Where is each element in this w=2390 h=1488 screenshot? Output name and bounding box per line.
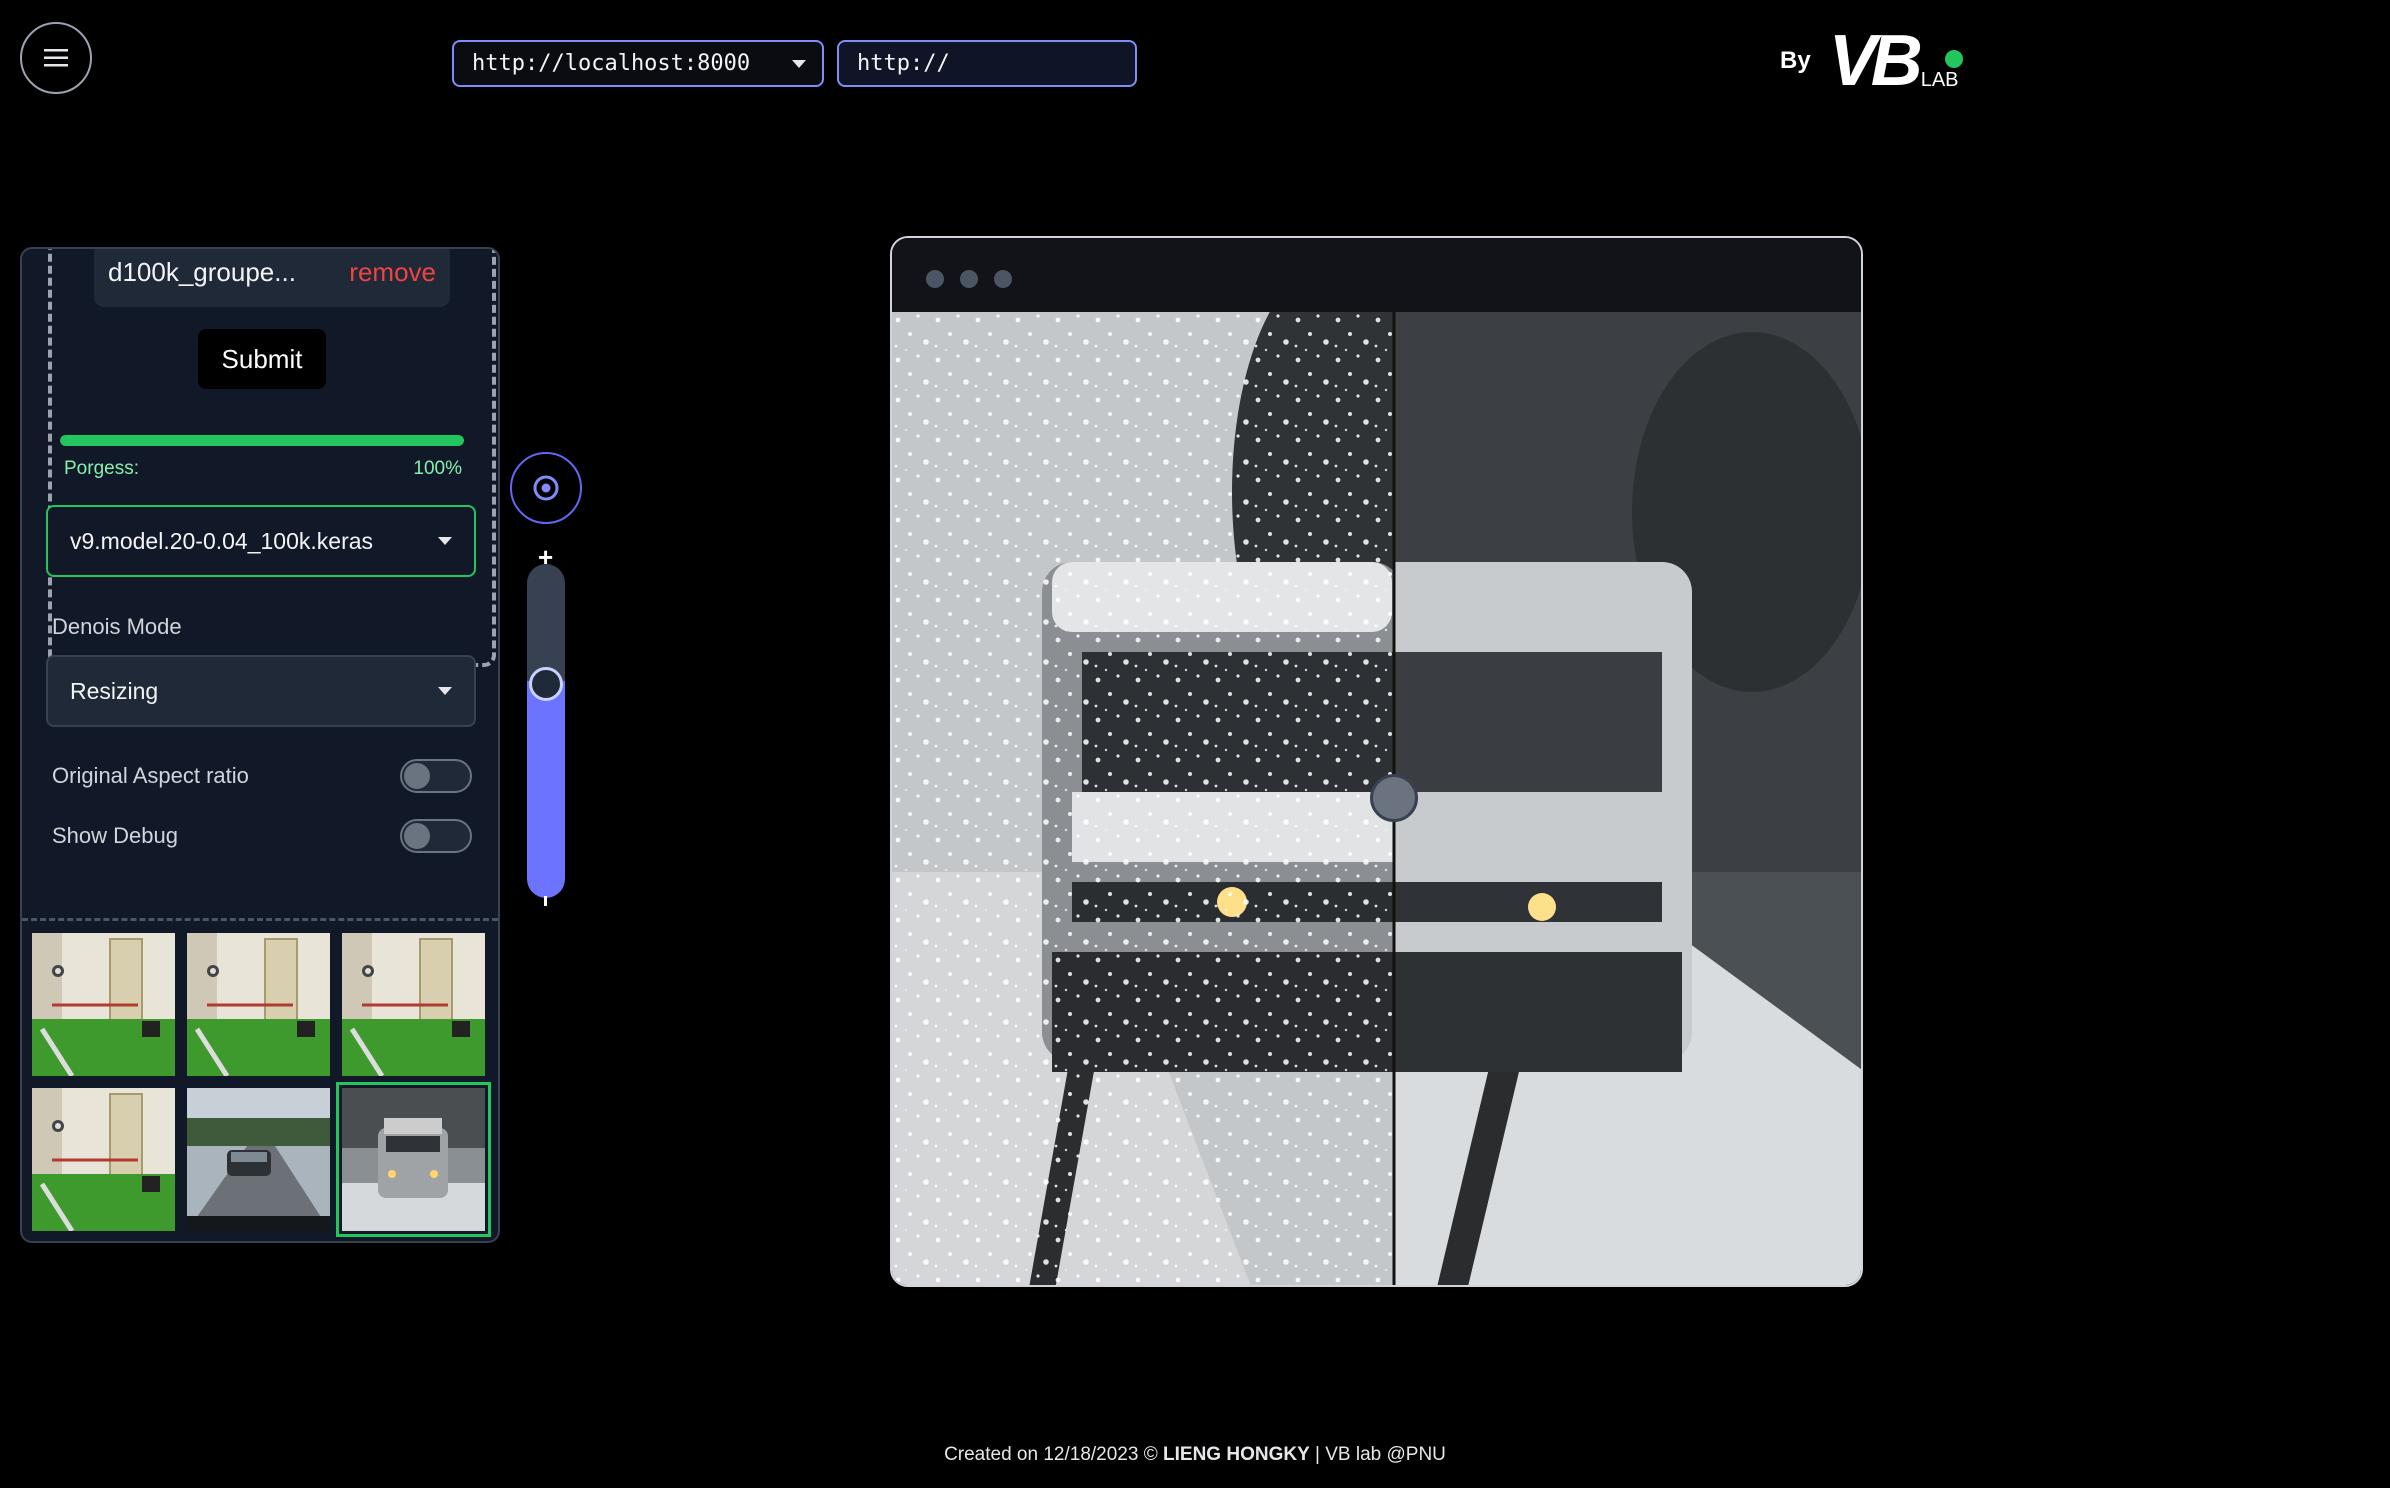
corridor-door-image (32, 933, 175, 1076)
file-name: d100k_groupe... (108, 256, 296, 287)
show-debug-row: Show Debug (52, 819, 472, 853)
server-url-select[interactable]: http://localhost:8000 (452, 40, 824, 87)
zoom-out-tick (544, 896, 547, 906)
submit-button[interactable]: Submit (198, 329, 326, 389)
image-compare-window (890, 236, 1863, 1287)
denoise-mode-label: Denois Mode (52, 614, 182, 639)
window-dot-icon (926, 270, 944, 288)
brand-by-label: By (1780, 47, 1811, 74)
progress-bar-fill (60, 435, 464, 446)
hamburger-menu-button[interactable] (20, 22, 92, 94)
window-titlebar (892, 238, 1861, 312)
focus-target-button[interactable] (510, 452, 582, 524)
uploaded-file-chip: d100k_groupe... remove (94, 249, 450, 307)
snow-truck-image (342, 1088, 485, 1231)
image-gallery (32, 933, 492, 1237)
compare-slider-handle[interactable] (1370, 774, 1418, 822)
show-debug-label: Show Debug (52, 823, 178, 848)
footer-lab: | VB lab @PNU (1315, 1444, 1446, 1465)
custom-url-input[interactable] (837, 40, 1137, 87)
footer-created: Created on 12/18/2023 © (944, 1444, 1158, 1465)
model-select[interactable]: v9.model.20-0.04_100k.keras (46, 505, 476, 577)
remove-file-button[interactable]: remove (349, 257, 436, 288)
file-dropzone[interactable] (48, 249, 496, 667)
gallery-thumbnail-selected[interactable] (336, 1082, 491, 1237)
aspect-ratio-row: Original Aspect ratio (52, 759, 472, 793)
corridor-door-image (32, 1088, 175, 1231)
progress-bar (60, 435, 464, 446)
progress-label: Porgess: (64, 458, 139, 479)
aspect-ratio-toggle[interactable] (400, 759, 472, 793)
zoom-slider[interactable] (527, 564, 565, 898)
brand-lab-label: LAB (1920, 69, 1959, 91)
window-dot-icon (960, 270, 978, 288)
footer: Created on 12/18/2023 © LIENG HONGKY | V… (0, 1444, 2390, 1466)
zoom-slider-handle[interactable] (529, 667, 563, 701)
gallery-thumbnail[interactable] (187, 1088, 330, 1231)
corridor-door-image (187, 933, 330, 1076)
corridor-door-image (342, 933, 485, 1076)
brand-vb-logo: VB (1828, 21, 1923, 101)
chevron-down-icon (438, 687, 452, 695)
control-panel: d100k_groupe... remove Submit Porgess: 1… (20, 247, 500, 1243)
chevron-down-icon (438, 537, 452, 545)
zoom-slider-fill (527, 681, 565, 898)
divider (22, 918, 498, 921)
gallery-thumbnail[interactable] (32, 1088, 175, 1231)
gallery-thumbnail[interactable] (32, 933, 175, 1076)
chevron-down-icon (792, 59, 806, 68)
progress-value: 100% (413, 458, 462, 479)
gallery-thumbnail[interactable] (342, 933, 485, 1076)
window-dot-icon (994, 270, 1012, 288)
aspect-ratio-label: Original Aspect ratio (52, 763, 249, 788)
model-select-value: v9.model.20-0.04_100k.keras (70, 527, 374, 554)
denoise-mode-select[interactable]: Resizing (46, 655, 476, 727)
show-debug-toggle[interactable] (400, 819, 472, 853)
footer-author: LIENG HONGKY (1163, 1444, 1310, 1465)
toggle-knob (404, 823, 430, 849)
server-url-value: http://localhost:8000 (472, 51, 751, 76)
brand-logo: By VB LAB (1780, 21, 1963, 101)
toggle-knob (404, 763, 430, 789)
menu-icon (44, 49, 68, 67)
road-car-image (187, 1088, 330, 1231)
target-icon (533, 475, 559, 501)
status-indicator-icon (1944, 50, 1963, 68)
denoise-mode-value: Resizing (70, 677, 159, 704)
gallery-thumbnail[interactable] (187, 933, 330, 1076)
